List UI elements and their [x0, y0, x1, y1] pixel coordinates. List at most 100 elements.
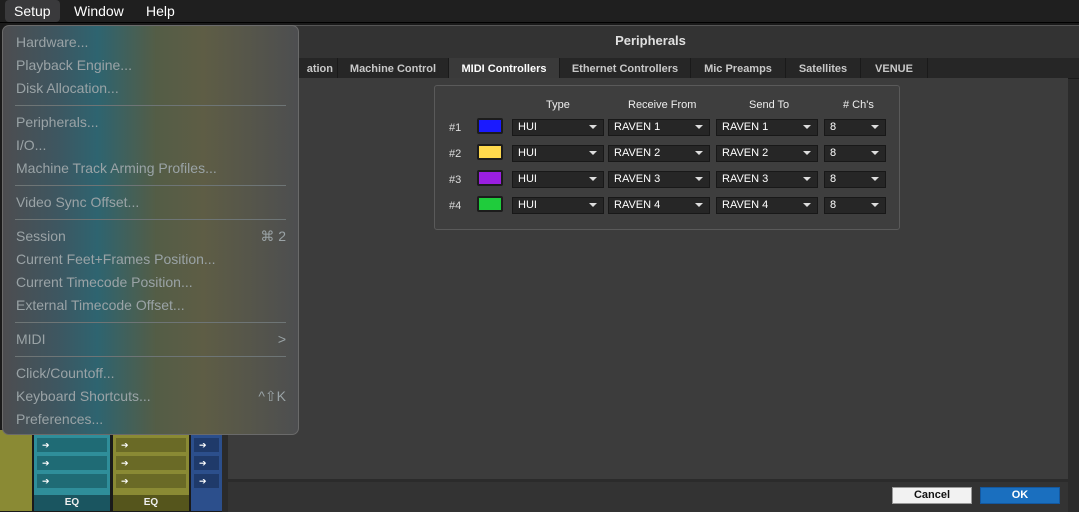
menu-window[interactable]: Window: [65, 0, 133, 22]
send-to-select[interactable]: RAVEN 3: [716, 171, 818, 188]
receive-value: RAVEN 2: [614, 147, 661, 159]
menu-item-feet-frames[interactable]: Current Feet+Frames Position...: [16, 251, 216, 268]
eq-label[interactable]: EQ: [113, 495, 189, 511]
type-select[interactable]: HUI: [512, 197, 604, 214]
controller-color-swatch[interactable]: [477, 170, 503, 186]
menu-separator: [15, 219, 286, 220]
channels-value: 8: [830, 147, 837, 159]
type-value: HUI: [518, 121, 537, 133]
controller-color-swatch[interactable]: [477, 118, 503, 134]
row-label: #1: [449, 122, 462, 134]
chevron-down-icon: [589, 151, 597, 155]
send-to-select[interactable]: RAVEN 2: [716, 145, 818, 162]
channels-select[interactable]: 8: [824, 145, 886, 162]
insert-slot[interactable]: ➔: [194, 438, 219, 452]
tab-ethernet-controllers[interactable]: Ethernet Controllers: [560, 58, 691, 78]
column-header-send-to: Send To: [749, 99, 790, 111]
chevron-down-icon: [803, 177, 811, 181]
tab-venue[interactable]: VENUE: [861, 58, 928, 78]
channels-select[interactable]: 8: [824, 171, 886, 188]
channels-value: 8: [830, 121, 837, 133]
menu-bar: Setup Window Help: [0, 0, 1079, 23]
send-value: RAVEN 1: [722, 121, 769, 133]
eq-label[interactable]: EQ: [34, 495, 110, 511]
menu-item-peripherals[interactable]: Peripherals...: [16, 114, 98, 131]
chevron-down-icon: [695, 151, 703, 155]
receive-value: RAVEN 1: [614, 121, 661, 133]
tab-midi-controllers[interactable]: MIDI Controllers: [449, 58, 560, 78]
insert-slot[interactable]: ➔: [116, 474, 186, 488]
receive-value: RAVEN 4: [614, 199, 661, 211]
send-value: RAVEN 2: [722, 147, 769, 159]
channels-value: 8: [830, 173, 837, 185]
receive-from-select[interactable]: RAVEN 2: [608, 145, 710, 162]
send-value: RAVEN 3: [722, 173, 769, 185]
chevron-down-icon: [871, 203, 879, 207]
tab-bar: ation Machine Control MIDI Controllers E…: [222, 58, 1079, 79]
tab-mic-preamps[interactable]: Mic Preamps: [691, 58, 786, 78]
insert-slot[interactable]: ➔: [116, 456, 186, 470]
controllers-table: Type Receive From Send To # Ch's #1 HUI …: [434, 85, 900, 230]
setup-menu: Hardware... Playback Engine... Disk Allo…: [2, 25, 299, 435]
ok-button[interactable]: OK: [980, 487, 1060, 504]
channels-select[interactable]: 8: [824, 197, 886, 214]
mixer-strip: ➔ ➔ ➔ EQ: [34, 430, 110, 511]
menu-item-disk-allocation[interactable]: Disk Allocation...: [16, 80, 119, 97]
menu-item-video-sync-offset[interactable]: Video Sync Offset...: [16, 194, 139, 211]
menu-item-timecode-position[interactable]: Current Timecode Position...: [16, 274, 193, 291]
mixer-strips: ➔ ➔ ➔ EQ ➔ ➔ ➔ EQ ➔ ➔ ➔: [0, 430, 222, 511]
insert-slot[interactable]: ➔: [194, 474, 219, 488]
cancel-button[interactable]: Cancel: [892, 487, 972, 504]
receive-from-select[interactable]: RAVEN 1: [608, 119, 710, 136]
controller-color-swatch[interactable]: [477, 144, 503, 160]
session-shortcut: ⌘ 2: [260, 228, 286, 244]
insert-slot[interactable]: ➔: [37, 456, 107, 470]
column-header-channels: # Ch's: [843, 99, 874, 111]
send-to-select[interactable]: RAVEN 4: [716, 197, 818, 214]
menu-item-keyboard-shortcuts[interactable]: Keyboard Shortcuts...: [16, 388, 151, 405]
menu-separator: [15, 105, 286, 106]
type-select[interactable]: HUI: [512, 119, 604, 136]
mixer-strip: ➔ ➔ ➔ EQ: [113, 430, 189, 511]
chevron-down-icon: [589, 177, 597, 181]
menu-item-preferences[interactable]: Preferences...: [16, 411, 103, 428]
menu-item-hardware[interactable]: Hardware...: [16, 34, 88, 51]
receive-from-select[interactable]: RAVEN 4: [608, 197, 710, 214]
insert-slot[interactable]: ➔: [37, 438, 107, 452]
menu-item-playback-engine[interactable]: Playback Engine...: [16, 57, 132, 74]
menu-separator: [15, 322, 286, 323]
menu-item-timecode-offset[interactable]: External Timecode Offset...: [16, 297, 185, 314]
window-footer: Cancel OK: [228, 482, 1068, 512]
menu-item-machine-track-arming[interactable]: Machine Track Arming Profiles...: [16, 160, 217, 177]
menu-item-io[interactable]: I/O...: [16, 137, 46, 154]
peripherals-window: Peripherals ation Machine Control MIDI C…: [222, 25, 1079, 512]
chevron-down-icon: [695, 203, 703, 207]
row-label: #4: [449, 200, 462, 212]
chevron-down-icon: [871, 177, 879, 181]
controller-color-swatch[interactable]: [477, 196, 503, 212]
chevron-down-icon: [695, 177, 703, 181]
menu-item-session[interactable]: Session: [16, 228, 66, 245]
receive-from-select[interactable]: RAVEN 3: [608, 171, 710, 188]
column-header-receive-from: Receive From: [628, 99, 697, 111]
chevron-down-icon: [871, 151, 879, 155]
menu-help[interactable]: Help: [137, 0, 184, 22]
insert-slot[interactable]: ➔: [116, 438, 186, 452]
tab-satellites[interactable]: Satellites: [786, 58, 861, 78]
insert-slot[interactable]: ➔: [194, 456, 219, 470]
tab-machine-control[interactable]: Machine Control: [338, 58, 449, 78]
menu-item-click-countoff[interactable]: Click/Countoff...: [16, 365, 115, 382]
row-label: #2: [449, 148, 462, 160]
channels-select[interactable]: 8: [824, 119, 886, 136]
insert-slot[interactable]: ➔: [37, 474, 107, 488]
chevron-down-icon: [803, 203, 811, 207]
menu-separator: [15, 185, 286, 186]
chevron-down-icon: [589, 203, 597, 207]
type-select[interactable]: HUI: [512, 171, 604, 188]
menu-item-midi[interactable]: MIDI: [16, 331, 46, 348]
menu-setup[interactable]: Setup: [5, 0, 60, 22]
receive-value: RAVEN 3: [614, 173, 661, 185]
send-to-select[interactable]: RAVEN 1: [716, 119, 818, 136]
type-select[interactable]: HUI: [512, 145, 604, 162]
chevron-down-icon: [871, 125, 879, 129]
